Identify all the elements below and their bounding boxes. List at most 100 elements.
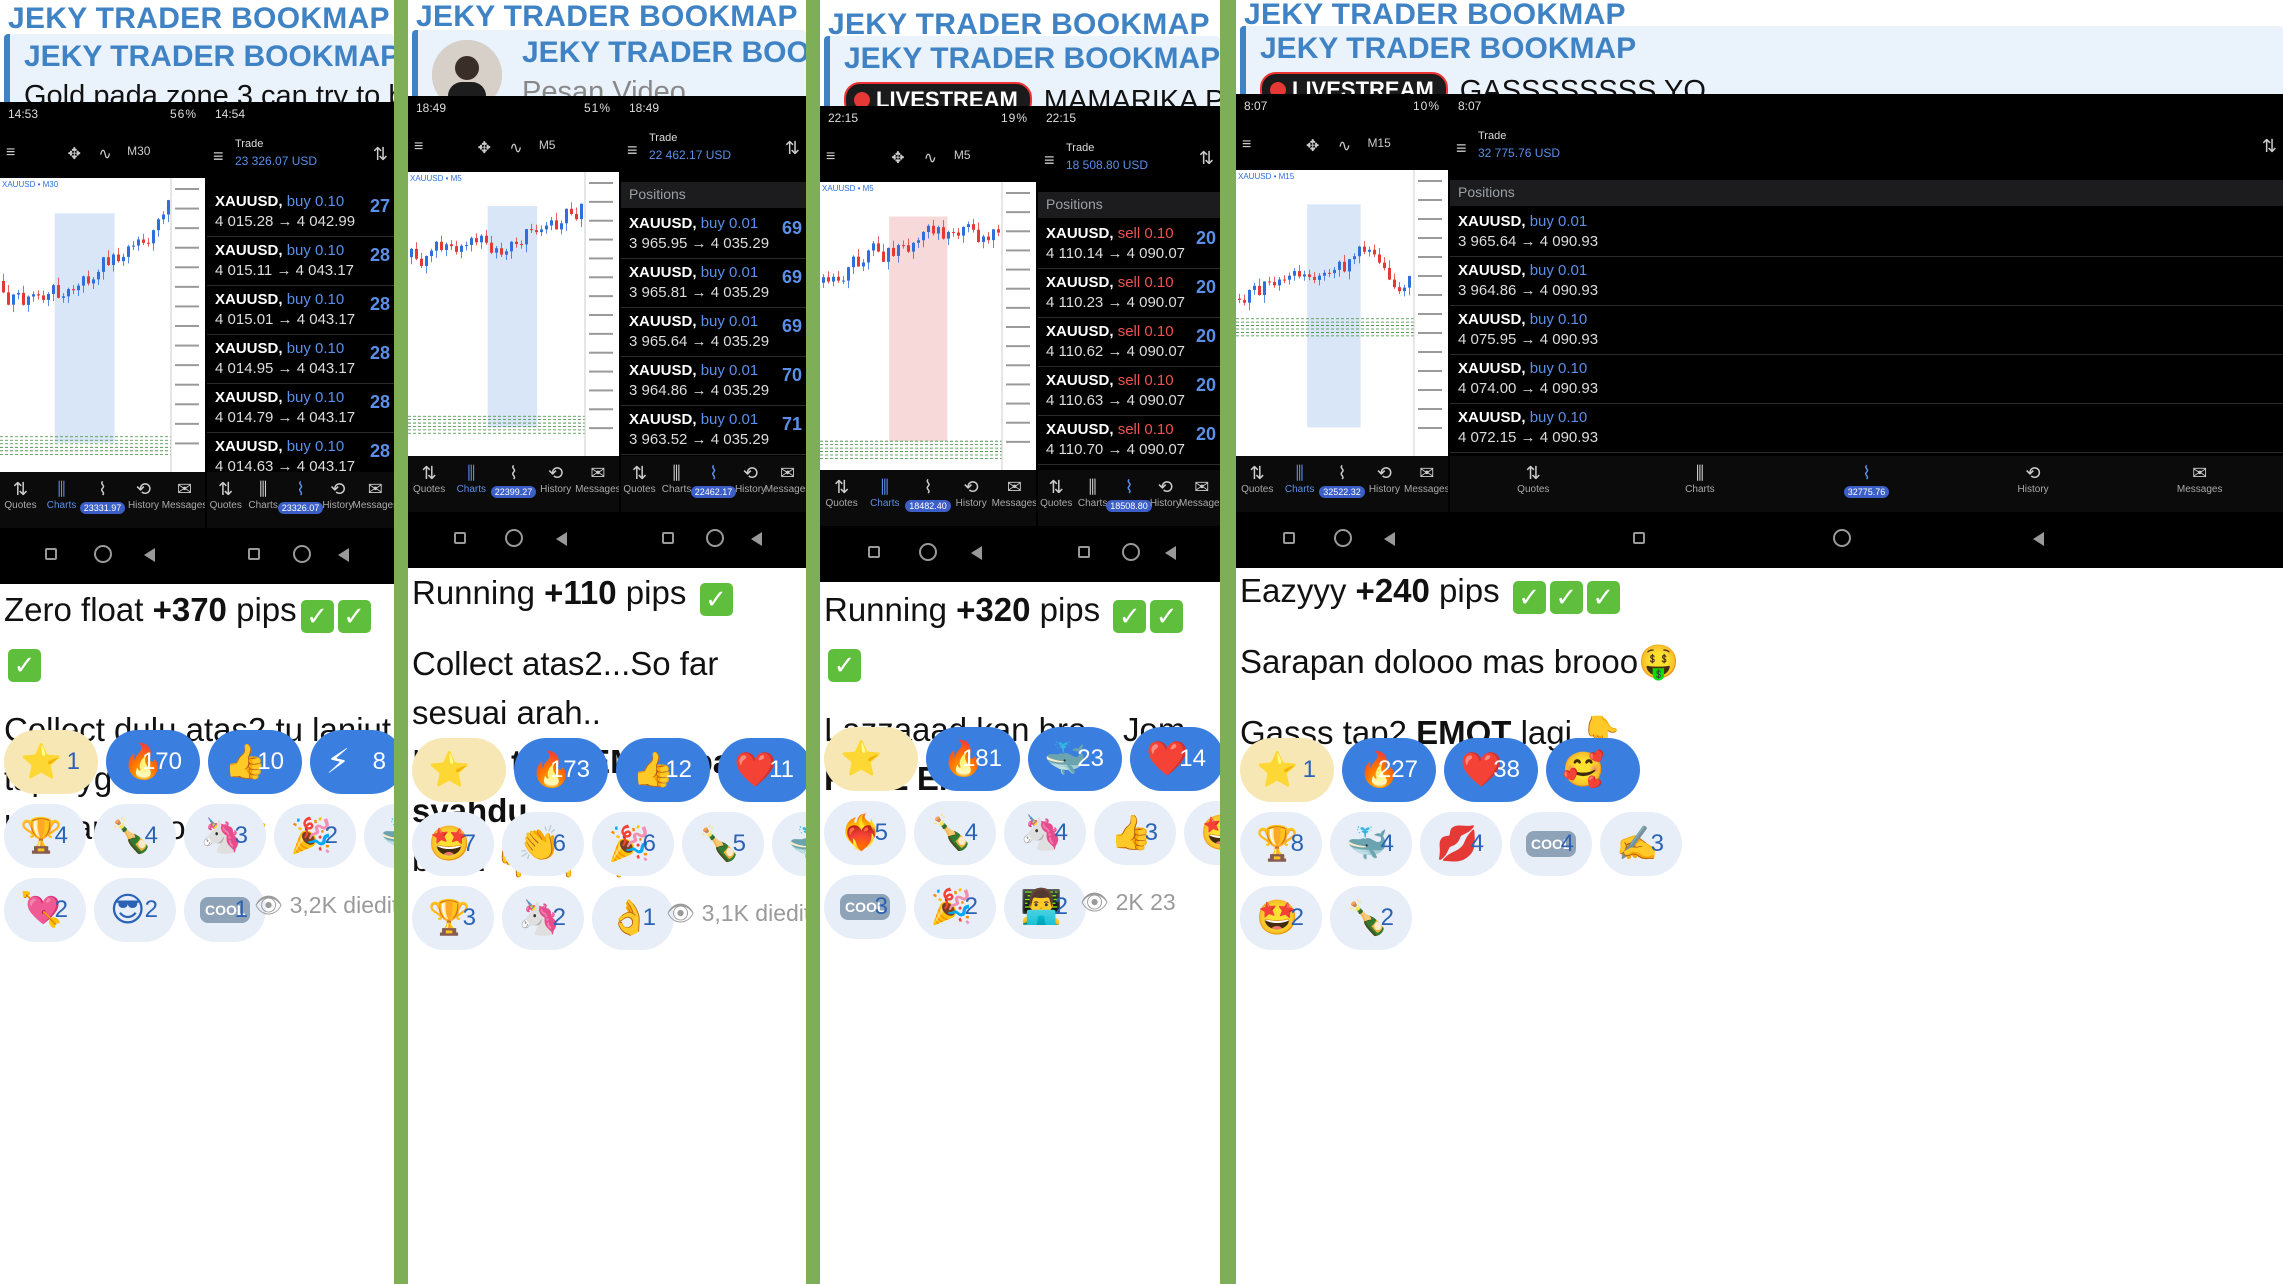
- home-button[interactable]: [1121, 543, 1140, 561]
- back-button[interactable]: [2033, 532, 2045, 546]
- recents-button[interactable]: [867, 546, 880, 558]
- reaction-button[interactable]: 👌 1: [592, 886, 674, 950]
- position-row[interactable]: XAUUSD, buy 0.10 4 072.15 → 4 090.93: [1450, 404, 2283, 453]
- position-row[interactable]: XAUUSD, buy 0.01 3 965.95 → 4 035.29 69: [621, 210, 806, 259]
- reaction-button[interactable]: 🍾 4: [94, 804, 176, 868]
- nav-history[interactable]: ⟲ History: [1360, 462, 1408, 495]
- position-row[interactable]: XAUUSD, buy 0.01 3 964.86 → 4 035.29 70: [621, 357, 806, 406]
- reaction-button[interactable]: 🔥 227: [1342, 738, 1436, 802]
- nav-history[interactable]: ⟲ History: [2009, 462, 2057, 495]
- trade-screenshot[interactable]: 14:54 ≡ Trade 23 326.07 USD ⇅ XAUUSD, buy 0.1…: [207, 102, 394, 584]
- recents-button[interactable]: [248, 548, 261, 560]
- position-row[interactable]: XAUUSD, buy 0.10 4 015.11 → 4 043.17 28: [207, 237, 394, 286]
- menu-icon[interactable]: ≡: [627, 140, 638, 161]
- reaction-button[interactable]: ⭐ 1: [1240, 738, 1334, 802]
- recents-button[interactable]: [1282, 532, 1295, 544]
- crosshair-icon[interactable]: ✥: [478, 138, 491, 158]
- home-button[interactable]: [94, 545, 113, 563]
- position-row[interactable]: XAUUSD, buy 0.10 4 014.95 → 4 043.17 28: [207, 335, 394, 384]
- chart-screenshot[interactable]: 8:07 10% ≡ ✥ ∿ M15 XAUUSD • M15 ⇅ Quotes ⫼ Charts ⌇…: [1236, 94, 1448, 568]
- nav-quotes[interactable]: ⇅ Quotes: [1509, 462, 1557, 495]
- reaction-button[interactable]: 🎉 2: [914, 875, 996, 939]
- nav-messages[interactable]: ✉Messages: [764, 462, 806, 495]
- back-button[interactable]: [750, 532, 762, 546]
- timeframe-label[interactable]: M5: [954, 148, 971, 162]
- reaction-button[interactable]: 👍 12: [616, 738, 710, 802]
- position-row[interactable]: XAUUSD, sell 0.10 4 110.23 → 4 090.07 20: [1038, 269, 1220, 318]
- nav-history[interactable]: ⟲ History: [532, 462, 580, 495]
- reaction-button[interactable]: 👨‍💻 2: [1004, 875, 1086, 939]
- positions-list[interactable]: XAUUSD, buy 0.01 3 965.64 → 4 090.93 XAUUS…: [1450, 208, 2283, 456]
- crosshair-icon[interactable]: ✥: [891, 148, 904, 168]
- price-chart[interactable]: [408, 172, 619, 456]
- nav-history[interactable]: ⟲ History: [947, 476, 995, 509]
- indicator-icon[interactable]: ∿: [1338, 136, 1351, 156]
- chart-area[interactable]: XAUUSD • M15: [1236, 170, 1448, 456]
- recents-button[interactable]: [454, 532, 467, 544]
- chart-screenshot[interactable]: 14:53 56% ≡ ✥ ∿ M30 XAUUSD • M30 ⇅ Quotes ⫼ Charts…: [0, 102, 205, 584]
- reaction-button[interactable]: 🎉 6: [592, 812, 674, 876]
- back-button[interactable]: [337, 548, 349, 562]
- position-row[interactable]: XAUUSD, buy 0.01 3 965.81 → 4 035.29 69: [621, 259, 806, 308]
- back-button[interactable]: [143, 548, 155, 562]
- reaction-button[interactable]: ⚡ 8: [310, 730, 394, 794]
- position-row[interactable]: XAUUSD, buy 0.01 3 965.64 → 4 090.93: [1450, 208, 2283, 257]
- reaction-button[interactable]: 💘 2: [4, 878, 86, 942]
- position-row[interactable]: XAUUSD, buy 0.01 3 963.52 → 4 035.29 71: [621, 406, 806, 455]
- reaction-button[interactable]: ⭐ 1: [4, 730, 98, 794]
- nav-trade[interactable]: ⌇ 32775.76: [1843, 462, 1891, 498]
- timeframe-label[interactable]: M15: [1367, 136, 1390, 150]
- channel-name[interactable]: JEKY TRADER BOOKMAP: [416, 0, 798, 34]
- reaction-button[interactable]: 🍾 5: [682, 812, 764, 876]
- home-button[interactable]: [505, 529, 524, 547]
- nav-messages[interactable]: ✉Messages: [574, 462, 619, 495]
- position-row[interactable]: XAUUSD, sell 0.10 4 110.62 → 4 090.07 20: [1038, 318, 1220, 367]
- trade-screenshot[interactable]: 18:49 ≡ Trade 22 462.17 USD ⇅ Positions XAUUSD…: [621, 96, 806, 568]
- reaction-button[interactable]: ❤️ 38: [1444, 738, 1538, 802]
- position-row[interactable]: XAUUSD, buy 0.10 4 074.00 → 4 090.93: [1450, 355, 2283, 404]
- position-row[interactable]: XAUUSD, sell 0.10 4 110.70 → 4 090.07 20: [1038, 416, 1220, 465]
- channel-name[interactable]: JEKY TRADER BOOKMAP: [8, 2, 390, 36]
- reaction-button[interactable]: 🍾 2: [1330, 886, 1412, 950]
- position-row[interactable]: XAUUSD, sell 0.10 4 110.14 → 4 090.07 20: [1038, 220, 1220, 269]
- price-chart[interactable]: [820, 182, 1036, 470]
- reaction-button[interactable]: 🦄 3: [184, 804, 266, 868]
- positions-list[interactable]: XAUUSD, buy 0.10 4 015.28 → 4 042.99 27 XAU…: [207, 188, 394, 472]
- screenshot-pair[interactable]: 8:07 10% ≡ ✥ ∿ M15 XAUUSD • M15 ⇅ Quotes ⫼ Charts ⌇…: [1236, 94, 2283, 568]
- reaction-button[interactable]: 🤩 7: [412, 812, 494, 876]
- nav-charts[interactable]: ⫼ Charts: [1276, 462, 1324, 495]
- position-row[interactable]: XAUUSD, buy 0.10 4 015.01 → 4 043.17 28: [207, 286, 394, 335]
- indicator-icon[interactable]: ∿: [98, 144, 111, 164]
- reaction-button[interactable]: 🦄 2: [502, 886, 584, 950]
- timeframe-label[interactable]: M30: [127, 144, 150, 158]
- nav-messages[interactable]: ✉Messages: [1178, 476, 1220, 509]
- nav-messages[interactable]: ✉Messages: [2176, 462, 2224, 495]
- reaction-button[interactable]: ⭐: [824, 727, 918, 791]
- position-row[interactable]: XAUUSD, buy 0.10 4 075.95 → 4 090.93: [1450, 306, 2283, 355]
- nav-trade[interactable]: ⌇ 18482.40: [904, 476, 952, 512]
- reaction-button[interactable]: 😎 2: [94, 878, 176, 942]
- home-button[interactable]: [1833, 529, 1852, 547]
- reaction-button[interactable]: 🔥 181: [926, 727, 1020, 791]
- indicator-icon[interactable]: ∿: [924, 148, 937, 168]
- reaction-button[interactable]: 👍 10: [208, 730, 302, 794]
- nav-messages[interactable]: ✉Messages: [351, 478, 395, 511]
- nav-messages[interactable]: ✉Messages: [1403, 462, 1448, 495]
- nav-messages[interactable]: ✉Messages: [161, 478, 205, 511]
- recents-button[interactable]: [1078, 546, 1091, 558]
- reaction-button[interactable]: ⭐: [412, 738, 506, 802]
- menu-icon[interactable]: ≡: [6, 144, 15, 162]
- trade-screenshot[interactable]: 22:15 ≡ Trade 18 508.80 USD ⇅ Positions XAUUSD…: [1038, 106, 1220, 582]
- menu-icon[interactable]: ≡: [826, 148, 835, 166]
- reaction-button[interactable]: 🔥 170: [106, 730, 200, 794]
- recents-button[interactable]: [1633, 532, 1646, 544]
- nav-trade[interactable]: ⌇ 32522.32: [1318, 462, 1366, 498]
- menu-icon[interactable]: ≡: [1044, 150, 1055, 171]
- nav-quotes[interactable]: ⇅ Quotes: [820, 476, 866, 509]
- nav-charts[interactable]: ⫼ Charts: [1676, 462, 1724, 495]
- position-row[interactable]: XAUUSD, buy 0.01 3 965.64 → 4 035.29 69: [621, 308, 806, 357]
- reaction-button[interactable]: ❤️‍🔥 5: [824, 801, 906, 865]
- menu-icon[interactable]: ≡: [414, 138, 423, 156]
- timeframe-label[interactable]: M5: [539, 138, 556, 152]
- reaction-button[interactable]: 🤩 2: [1240, 886, 1322, 950]
